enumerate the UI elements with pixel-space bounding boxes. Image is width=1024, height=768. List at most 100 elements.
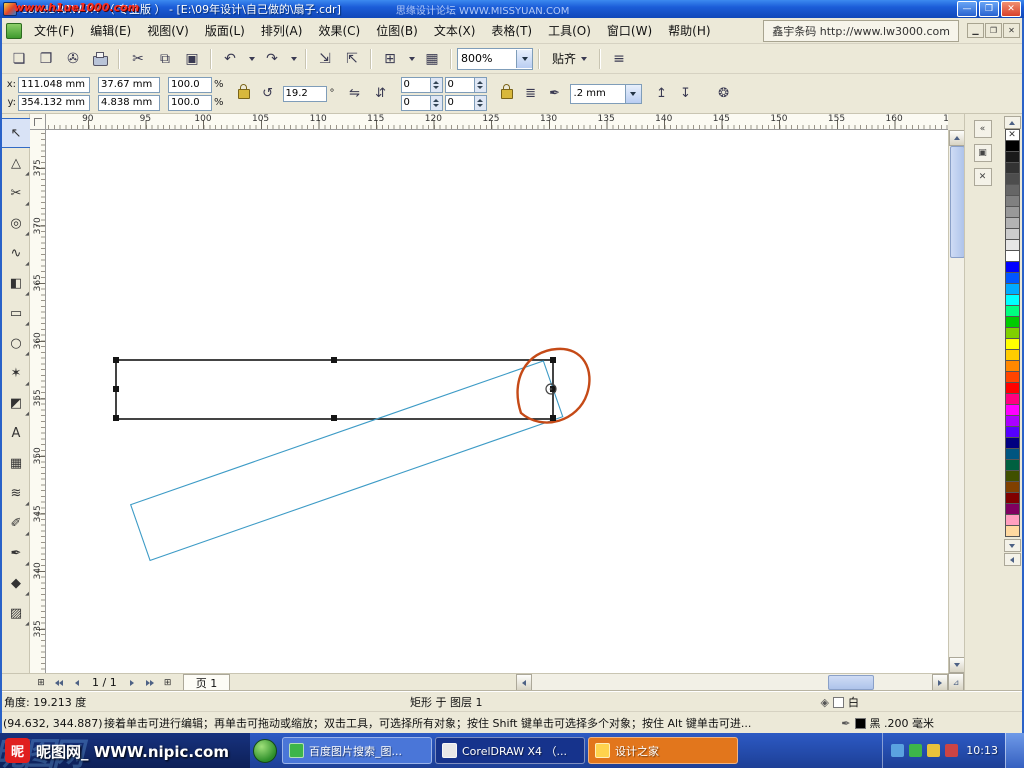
outline-width-input[interactable] (571, 86, 625, 102)
redo-dropdown[interactable] (286, 46, 300, 72)
scale-vertical-input[interactable] (168, 95, 212, 111)
menu-edit[interactable]: 编辑(E) (82, 19, 139, 42)
spinner-arrows[interactable] (475, 95, 487, 111)
polygon-tool[interactable]: ✶ ◢ (1, 358, 31, 388)
menu-layout[interactable]: 版面(L) (197, 19, 253, 42)
menu-window[interactable]: 窗口(W) (599, 19, 660, 42)
selected-rectangle[interactable] (116, 360, 553, 419)
menu-text[interactable]: 文本(X) (426, 19, 484, 42)
minimize-button[interactable]: — (957, 1, 977, 17)
freehand-tool[interactable]: ∿ ◢ (1, 238, 31, 268)
fill-tool[interactable]: ◆ ◢ (1, 568, 31, 598)
object-width-input[interactable] (98, 77, 160, 93)
language-bar-button[interactable] (1005, 733, 1024, 768)
spinner-arrows[interactable] (431, 77, 443, 93)
horizontal-ruler[interactable]: 9095100105110115120125130135140145150155… (46, 114, 948, 130)
page-tab[interactable]: 页 1 (183, 674, 231, 691)
clock[interactable]: 10:13 (966, 744, 998, 757)
y-position-input[interactable] (18, 95, 90, 111)
outline-width-dropdown[interactable] (625, 85, 641, 103)
open-button[interactable]: ❐ (33, 46, 59, 72)
first-page-button[interactable] (50, 674, 68, 691)
docker-collapse-button[interactable]: « (974, 120, 992, 138)
launcher-dropdown[interactable] (404, 46, 418, 72)
object-height-input[interactable] (98, 95, 160, 111)
ellipse-tool[interactable]: ○ ◢ (1, 328, 31, 358)
snap-to-menu-button[interactable]: 贴齐 (545, 47, 594, 70)
object-properties-button[interactable]: ❂ (712, 82, 736, 106)
page-flyout-button[interactable]: ⊞ (32, 674, 50, 691)
to-back-button[interactable]: ↧ (674, 82, 698, 106)
spinner-arrows[interactable] (431, 95, 443, 111)
palette-scroll-down-button[interactable] (1004, 539, 1021, 552)
crop-tool[interactable]: ✂ ◢ (1, 178, 31, 208)
rectangle-tool[interactable]: ▭ ◢ (1, 298, 31, 328)
redo-button[interactable]: ↷ (259, 46, 285, 72)
copy-button[interactable]: ⧉ (152, 46, 178, 72)
horizontal-scrollbar[interactable] (516, 674, 948, 691)
palette-swatch[interactable] (1005, 525, 1020, 537)
next-page-button[interactable] (123, 674, 141, 691)
undo-dropdown[interactable] (244, 46, 258, 72)
print-button[interactable] (87, 46, 113, 72)
doc-minimize-button[interactable]: ▁ (967, 23, 984, 38)
table-tool[interactable]: ▦ (1, 448, 31, 478)
to-front-button[interactable]: ↥ (650, 82, 674, 106)
menu-file[interactable]: 文件(F) (26, 19, 82, 42)
x-position-input[interactable] (18, 77, 90, 93)
task-shejizhijia[interactable]: 设计之家 (588, 737, 738, 764)
wrap-paragraph-text-button[interactable]: ≣ (519, 82, 543, 106)
scroll-right-button[interactable] (932, 674, 948, 691)
zoom-level-select[interactable] (457, 48, 533, 70)
docker-panel-icon[interactable]: ▣ (974, 144, 992, 162)
drawing-canvas[interactable] (46, 130, 948, 673)
tray-icon[interactable] (945, 744, 958, 757)
tray-icon[interactable] (927, 744, 940, 757)
round-corners-together-button[interactable] (495, 82, 519, 106)
outline-pen-tool[interactable]: ✒ ◢ (1, 538, 31, 568)
new-document-button[interactable]: ❏ (6, 46, 32, 72)
scroll-up-button[interactable] (949, 130, 965, 146)
eyedropper-tool[interactable]: ✐ ◢ (1, 508, 31, 538)
spinner-arrows[interactable] (475, 77, 487, 93)
horizontal-scroll-thumb[interactable] (828, 675, 874, 690)
lock-ratio-button[interactable] (232, 82, 256, 106)
menu-tools[interactable]: 工具(O) (540, 19, 599, 42)
vertical-scroll-thumb[interactable] (950, 146, 965, 258)
tray-icon[interactable] (891, 744, 904, 757)
smart-fill-tool[interactable]: ◧ ◢ (1, 268, 31, 298)
menu-bitmaps[interactable]: 位图(B) (368, 19, 426, 42)
task-baidu-image-search[interactable]: 百度图片搜索_图... (282, 737, 432, 764)
zoom-level-input[interactable] (458, 51, 516, 67)
task-coreldraw-x4[interactable]: CorelDRAW X4 （... (435, 737, 585, 764)
pick-tool[interactable]: ↖ (1, 118, 31, 148)
basic-shapes-tool[interactable]: ◩ ◢ (1, 388, 31, 418)
scroll-down-button[interactable] (949, 657, 965, 673)
close-button[interactable]: ✕ (1001, 1, 1021, 17)
save-button[interactable]: ✇ (60, 46, 86, 72)
corner-radius-bottom-left-input[interactable] (401, 95, 431, 111)
text-tool[interactable]: A (1, 418, 31, 448)
corner-radius-top-right-input[interactable] (445, 77, 475, 93)
palette-expand-button[interactable] (1004, 553, 1021, 566)
scroll-left-button[interactable] (516, 674, 532, 691)
export-button[interactable]: ⇱ (339, 46, 365, 72)
cut-button[interactable]: ✂ (125, 46, 151, 72)
maximize-button[interactable]: ❐ (979, 1, 999, 17)
zoom-tool[interactable]: ◎ ◢ (1, 208, 31, 238)
mirror-vertical-button[interactable]: ⇵ (369, 82, 393, 106)
vertical-scrollbar[interactable] (948, 130, 964, 673)
last-page-button[interactable] (141, 674, 159, 691)
import-button[interactable]: ⇲ (312, 46, 338, 72)
paste-button[interactable]: ▣ (179, 46, 205, 72)
doc-close-button[interactable]: ✕ (1003, 23, 1020, 38)
scale-horizontal-input[interactable] (168, 77, 212, 93)
menu-effects[interactable]: 效果(C) (310, 19, 368, 42)
menu-table[interactable]: 表格(T) (483, 19, 540, 42)
options-button[interactable]: ≡ (606, 46, 632, 72)
menu-help[interactable]: 帮助(H) (660, 19, 718, 42)
quick-launch-icon[interactable] (253, 739, 277, 763)
interactive-fill-tool[interactable]: ▨ ◢ (1, 598, 31, 628)
add-page-button[interactable]: ⊞ (159, 674, 177, 691)
tray-icon[interactable] (909, 744, 922, 757)
